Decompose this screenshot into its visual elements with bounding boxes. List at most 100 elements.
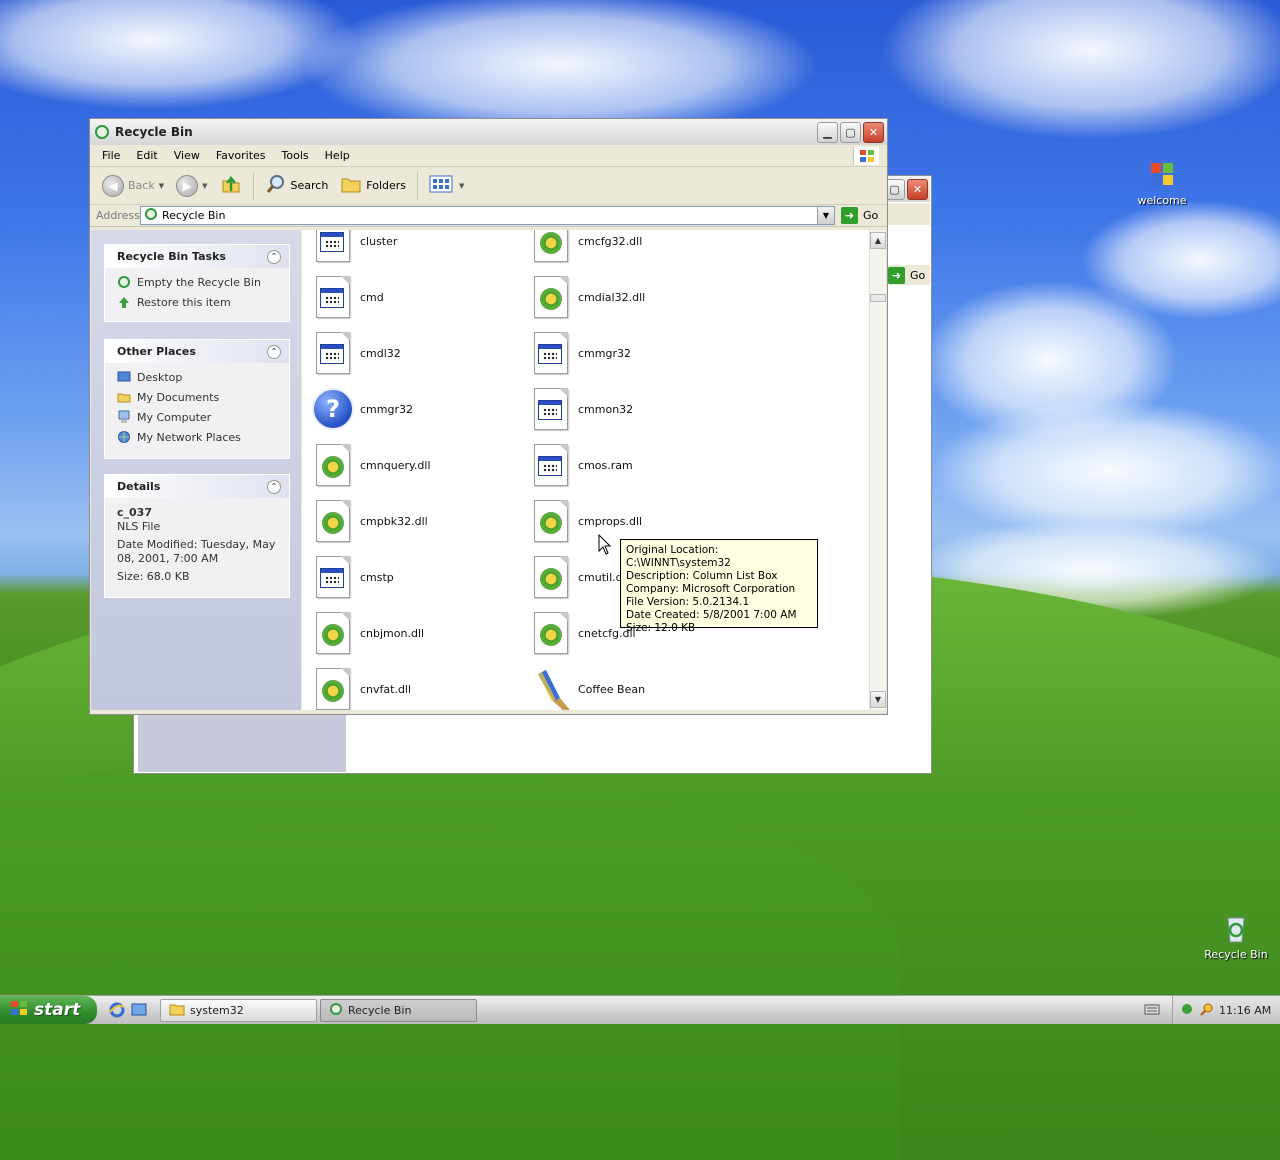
file-item[interactable]: cmnquery.dll: [312, 442, 431, 488]
file-item[interactable]: cnbjmon.dll: [312, 610, 424, 656]
menu-tools[interactable]: Tools: [274, 149, 317, 162]
menu-edit[interactable]: Edit: [128, 149, 165, 162]
keyboard-icon[interactable]: [1144, 1002, 1160, 1016]
file-item[interactable]: cmos.ram: [530, 442, 633, 488]
collapse-chevron-icon[interactable]: ⌃: [267, 249, 281, 264]
details-file-name: c_037: [117, 506, 152, 519]
file-item[interactable]: ? cmmgr32: [312, 386, 413, 432]
close-button[interactable]: ✕: [863, 121, 884, 143]
vertical-scrollbar[interactable]: ▲ ▼: [869, 230, 886, 710]
recycle-bin-icon: [1220, 912, 1252, 944]
restore-item-link[interactable]: Restore this item: [105, 292, 289, 312]
empty-recycle-bin-link[interactable]: Empty the Recycle Bin: [105, 272, 289, 292]
gear-icon: [539, 623, 563, 647]
file-item[interactable]: Coffee Bean: [530, 666, 645, 710]
collapse-chevron-icon[interactable]: ⌃: [267, 344, 281, 359]
file-name: cmd: [360, 290, 384, 304]
maximize-button[interactable]: ▢: [840, 121, 861, 143]
file-item[interactable]: cmdial32.dll: [530, 274, 645, 320]
dll-file-icon: [530, 610, 570, 656]
gear-icon: [321, 511, 345, 535]
back-button[interactable]: ◀ Back ▼: [98, 172, 168, 200]
taskbar-button-system32[interactable]: system32: [160, 999, 317, 1022]
minimize-button[interactable]: ▁: [817, 121, 838, 143]
file-item[interactable]: cmdl32: [312, 330, 401, 376]
file-name: cnbjmon.dll: [360, 626, 425, 640]
recycle-bin-icon: [329, 1002, 343, 1019]
internet-explorer-icon[interactable]: [108, 1001, 126, 1019]
file-item[interactable]: cmstp: [312, 554, 394, 600]
dll-file-icon: [312, 442, 352, 488]
menu-file[interactable]: File: [94, 149, 128, 162]
application-file-icon: [530, 330, 570, 376]
dropdown-arrow-icon: ▼: [202, 181, 208, 190]
close-button[interactable]: ✕: [907, 178, 928, 200]
go-button[interactable]: ➜ Go: [835, 207, 887, 224]
gear-icon: [321, 679, 345, 703]
details-date-modified: Date Modified: Tuesday, May 08, 2001, 7:…: [117, 538, 276, 565]
address-dropdown-button[interactable]: ▼: [817, 207, 834, 224]
forward-arrow-icon: ▶: [176, 174, 199, 197]
file-name: cmstp: [360, 570, 394, 584]
scroll-up-button[interactable]: ▲: [870, 232, 886, 249]
desktop-icon-welcome[interactable]: welcome: [1122, 158, 1202, 207]
desktop-icon-label: Recycle Bin: [1204, 948, 1268, 961]
collapse-chevron-icon[interactable]: ⌃: [267, 479, 281, 494]
tooltip-line: File Version: 5.0.2134.1: [626, 596, 750, 608]
views-icon: [429, 174, 455, 197]
tray-network-icon[interactable]: [1179, 1001, 1195, 1020]
start-button[interactable]: start: [0, 996, 97, 1024]
file-item[interactable]: cmpbk32.dll: [312, 498, 428, 544]
forward-button[interactable]: ▶ ▼: [172, 172, 211, 200]
windows-flag-icon: [853, 147, 879, 165]
panel-header[interactable]: Other Places ⌃: [105, 340, 289, 363]
my-computer-link[interactable]: My Computer: [105, 407, 289, 427]
file-item[interactable]: cmcfg32.dll: [530, 230, 642, 264]
menu-favorites[interactable]: Favorites: [208, 149, 274, 162]
clock: 11:16 AM: [1219, 1003, 1272, 1017]
up-folder-button[interactable]: [216, 170, 246, 201]
show-desktop-icon[interactable]: [130, 1001, 148, 1019]
tray-search-icon[interactable]: [1199, 1001, 1215, 1020]
file-item[interactable]: cmmgr32: [530, 330, 631, 376]
file-item[interactable]: cmprops.dll: [530, 498, 642, 544]
address-field[interactable]: Recycle Bin ▼: [140, 206, 835, 225]
folders-button[interactable]: Folders: [336, 170, 410, 201]
file-item[interactable]: cluster: [312, 230, 397, 264]
window-icon: [320, 232, 344, 252]
dll-file-icon: [312, 610, 352, 656]
file-item[interactable]: cmd: [312, 274, 384, 320]
file-info-tooltip: Original Location: C:\WINNT\system32 Desc…: [620, 539, 818, 634]
views-button[interactable]: ▼: [425, 171, 468, 200]
desktop-icon: [117, 370, 131, 384]
paint-brush-icon: [530, 666, 570, 710]
file-name: Coffee Bean: [578, 682, 646, 696]
file-item[interactable]: cmmon32: [530, 386, 633, 432]
desktop-icon-recycle-bin[interactable]: Recycle Bin: [1196, 912, 1276, 961]
folders-icon: [340, 173, 362, 198]
taskbar-button-recycle-bin[interactable]: Recycle Bin: [320, 999, 477, 1022]
task-pane: Recycle Bin Tasks ⌃ Empty the Recycle Bi…: [91, 230, 301, 710]
search-button[interactable]: Search: [261, 170, 333, 201]
my-network-places-link[interactable]: My Network Places: [105, 427, 289, 447]
scroll-down-button[interactable]: ▼: [870, 691, 886, 708]
application-file-icon: [530, 386, 570, 432]
title-bar[interactable]: Recycle Bin ▁ ▢ ✕: [90, 119, 887, 145]
menu-help[interactable]: Help: [317, 149, 358, 162]
panel-header[interactable]: Recycle Bin Tasks ⌃: [105, 245, 289, 268]
gear-icon: [539, 511, 563, 535]
gear-icon: [539, 567, 563, 591]
recycle-bin-icon: [117, 275, 131, 289]
my-documents-link[interactable]: My Documents: [105, 387, 289, 407]
file-item[interactable]: cnvfat.dll: [312, 666, 411, 710]
go-button[interactable]: ➜ Go: [884, 265, 930, 285]
desktop-link[interactable]: Desktop: [105, 367, 289, 387]
file-item[interactable]: cmutil.dll: [530, 554, 629, 600]
application-file-icon: [312, 554, 352, 600]
menu-view[interactable]: View: [166, 149, 208, 162]
gear-icon: [321, 455, 345, 479]
scroll-thumb[interactable]: [870, 294, 886, 302]
desktop-icon-label: welcome: [1137, 194, 1187, 207]
folder-icon: [117, 390, 131, 404]
panel-header[interactable]: Details ⌃: [105, 475, 289, 498]
